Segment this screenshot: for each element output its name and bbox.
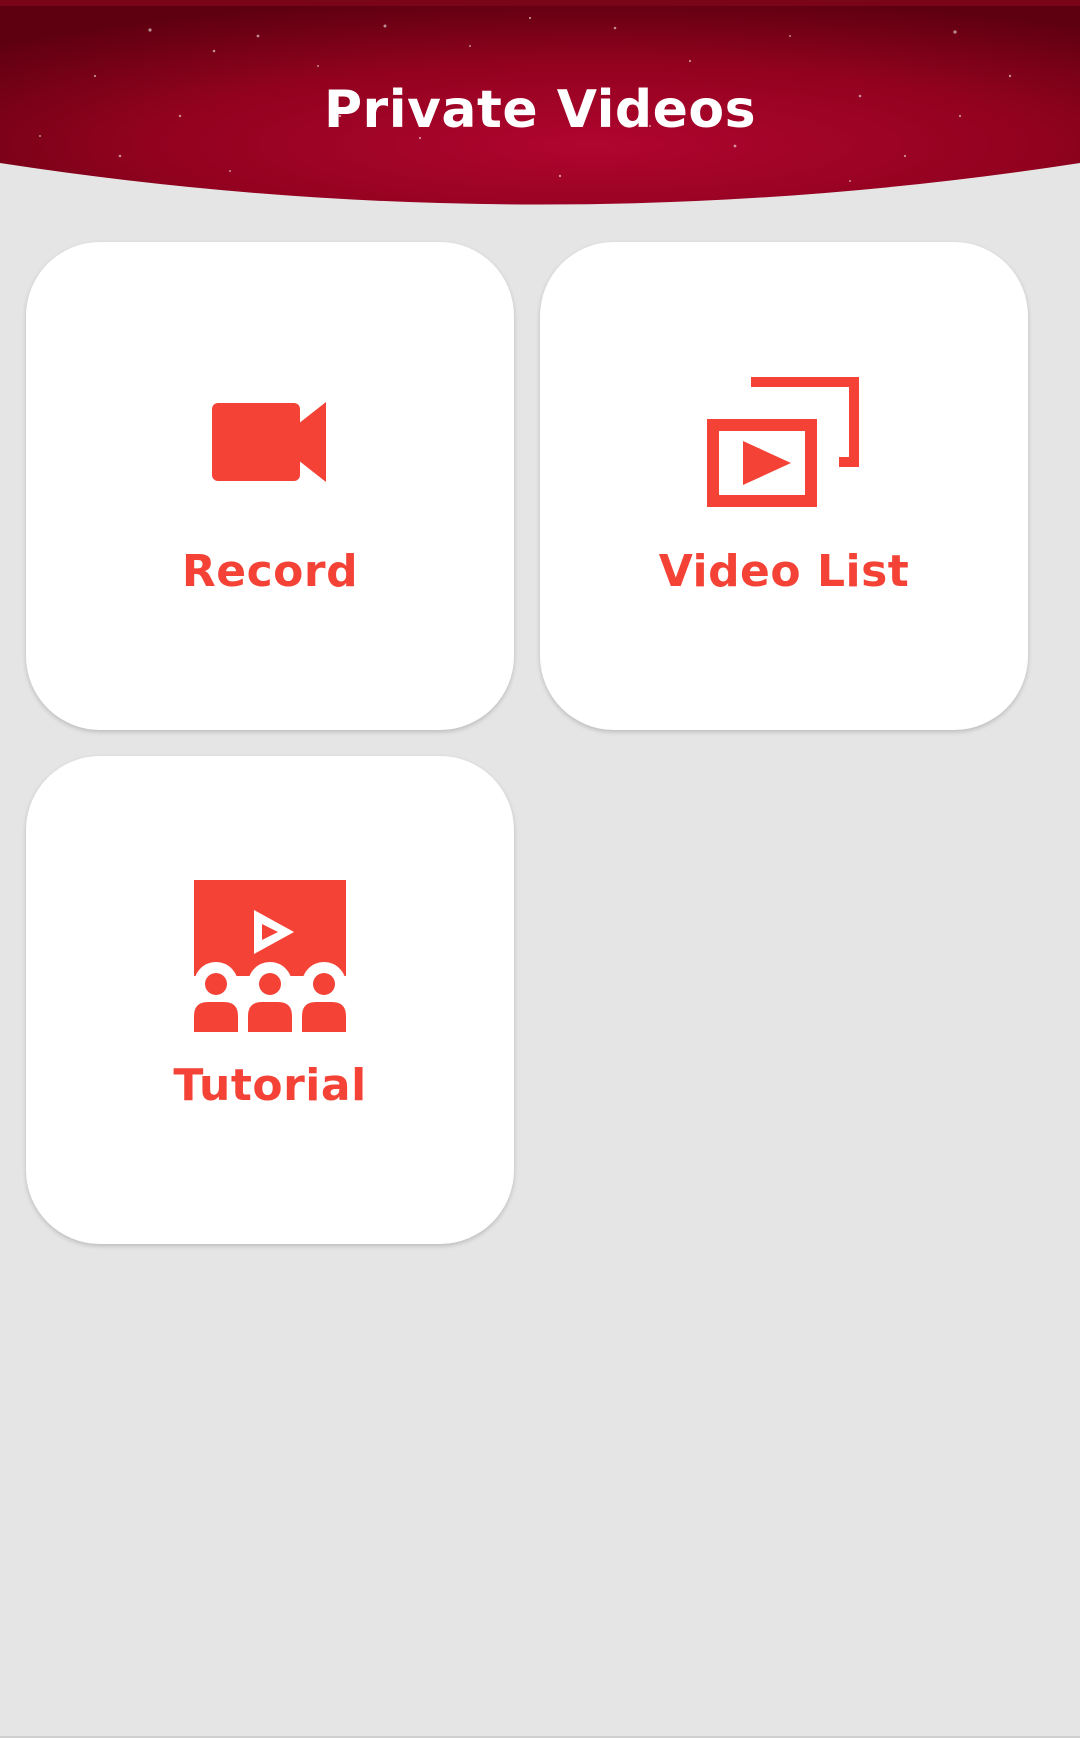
- video-library-icon: [707, 377, 859, 507]
- video-camera-icon: [212, 402, 326, 482]
- record-label: Record: [181, 546, 359, 597]
- app-header: Private Videos: [0, 6, 1080, 216]
- record-button[interactable]: Record: [26, 242, 514, 730]
- video-list-button[interactable]: Video List: [540, 242, 1028, 730]
- video-list-label: Video List: [658, 546, 910, 597]
- tutorial-button[interactable]: Tutorial: [26, 756, 514, 1244]
- tutorial-label: Tutorial: [173, 1060, 367, 1111]
- page-title: Private Videos: [323, 80, 757, 140]
- tutorial-audience-icon: [194, 880, 346, 1032]
